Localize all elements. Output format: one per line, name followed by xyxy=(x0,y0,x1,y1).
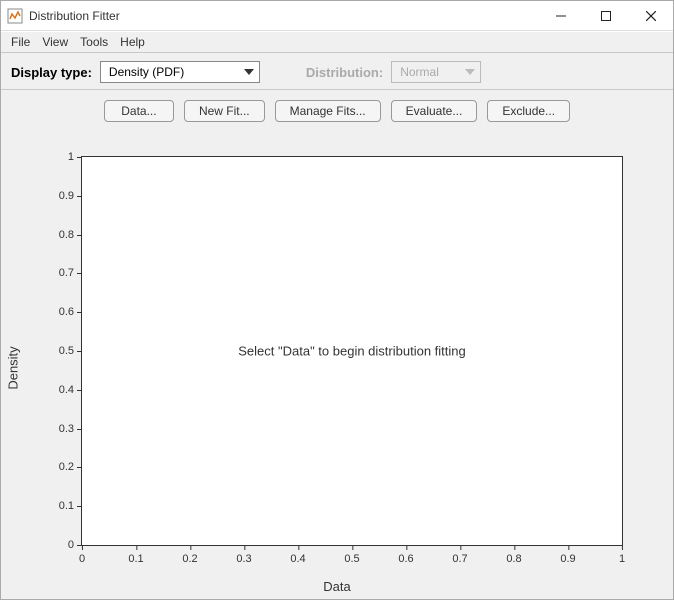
y-tick: 0.7 xyxy=(59,267,82,279)
chevron-down-icon xyxy=(465,69,475,75)
menubar: File View Tools Help xyxy=(1,31,673,53)
y-tick: 0.5 xyxy=(59,345,82,357)
menu-view[interactable]: View xyxy=(38,33,72,51)
display-type-select[interactable]: Density (PDF) xyxy=(100,61,260,83)
y-tick: 1 xyxy=(68,151,82,163)
titlebar: Distribution Fitter xyxy=(1,1,673,31)
distribution-label: Distribution: xyxy=(306,65,383,80)
plot-area: Density Select "Data" to begin distribut… xyxy=(31,148,643,588)
y-tick: 0.2 xyxy=(59,461,82,473)
x-axis-label: Data xyxy=(323,579,350,594)
maximize-button[interactable] xyxy=(583,1,628,31)
chevron-down-icon xyxy=(244,69,254,75)
display-type-label: Display type: xyxy=(11,65,92,80)
window-title: Distribution Fitter xyxy=(29,9,120,23)
plot: Select "Data" to begin distribution fitt… xyxy=(81,156,623,546)
exclude-button[interactable]: Exclude... xyxy=(487,100,570,122)
y-axis-label: Density xyxy=(6,346,21,389)
x-tick: 0.8 xyxy=(506,545,521,565)
distribution-value: Normal xyxy=(400,65,439,79)
x-tick: 0.1 xyxy=(128,545,143,565)
menu-help[interactable]: Help xyxy=(116,33,149,51)
menu-tools[interactable]: Tools xyxy=(76,33,112,51)
minimize-button[interactable] xyxy=(538,1,583,31)
y-tick: 0.4 xyxy=(59,384,82,396)
toolbar: Display type: Density (PDF) Distribution… xyxy=(1,53,673,90)
x-tick: 0.3 xyxy=(236,545,251,565)
y-tick: 0.6 xyxy=(59,306,82,318)
x-tick: 0.6 xyxy=(398,545,413,565)
x-tick: 0 xyxy=(79,545,85,565)
y-tick: 0.3 xyxy=(59,423,82,435)
app-icon xyxy=(7,8,23,24)
manage-fits-button[interactable]: Manage Fits... xyxy=(275,100,381,122)
display-type-value: Density (PDF) xyxy=(109,65,184,79)
x-tick: 1 xyxy=(619,545,625,565)
data-button[interactable]: Data... xyxy=(104,100,174,122)
y-tick: 0.9 xyxy=(59,190,82,202)
distribution-select: Normal xyxy=(391,61,481,83)
close-button[interactable] xyxy=(628,1,673,31)
plot-message: Select "Data" to begin distribution fitt… xyxy=(238,344,465,359)
x-tick: 0.4 xyxy=(290,545,305,565)
new-fit-button[interactable]: New Fit... xyxy=(184,100,265,122)
button-row: Data... New Fit... Manage Fits... Evalua… xyxy=(1,90,673,128)
x-tick: 0.2 xyxy=(182,545,197,565)
evaluate-button[interactable]: Evaluate... xyxy=(391,100,478,122)
y-tick: 0.8 xyxy=(59,229,82,241)
x-tick: 0.9 xyxy=(560,545,575,565)
menu-file[interactable]: File xyxy=(7,33,34,51)
x-tick: 0.5 xyxy=(344,545,359,565)
x-tick: 0.7 xyxy=(452,545,467,565)
y-tick: 0.1 xyxy=(59,500,82,512)
